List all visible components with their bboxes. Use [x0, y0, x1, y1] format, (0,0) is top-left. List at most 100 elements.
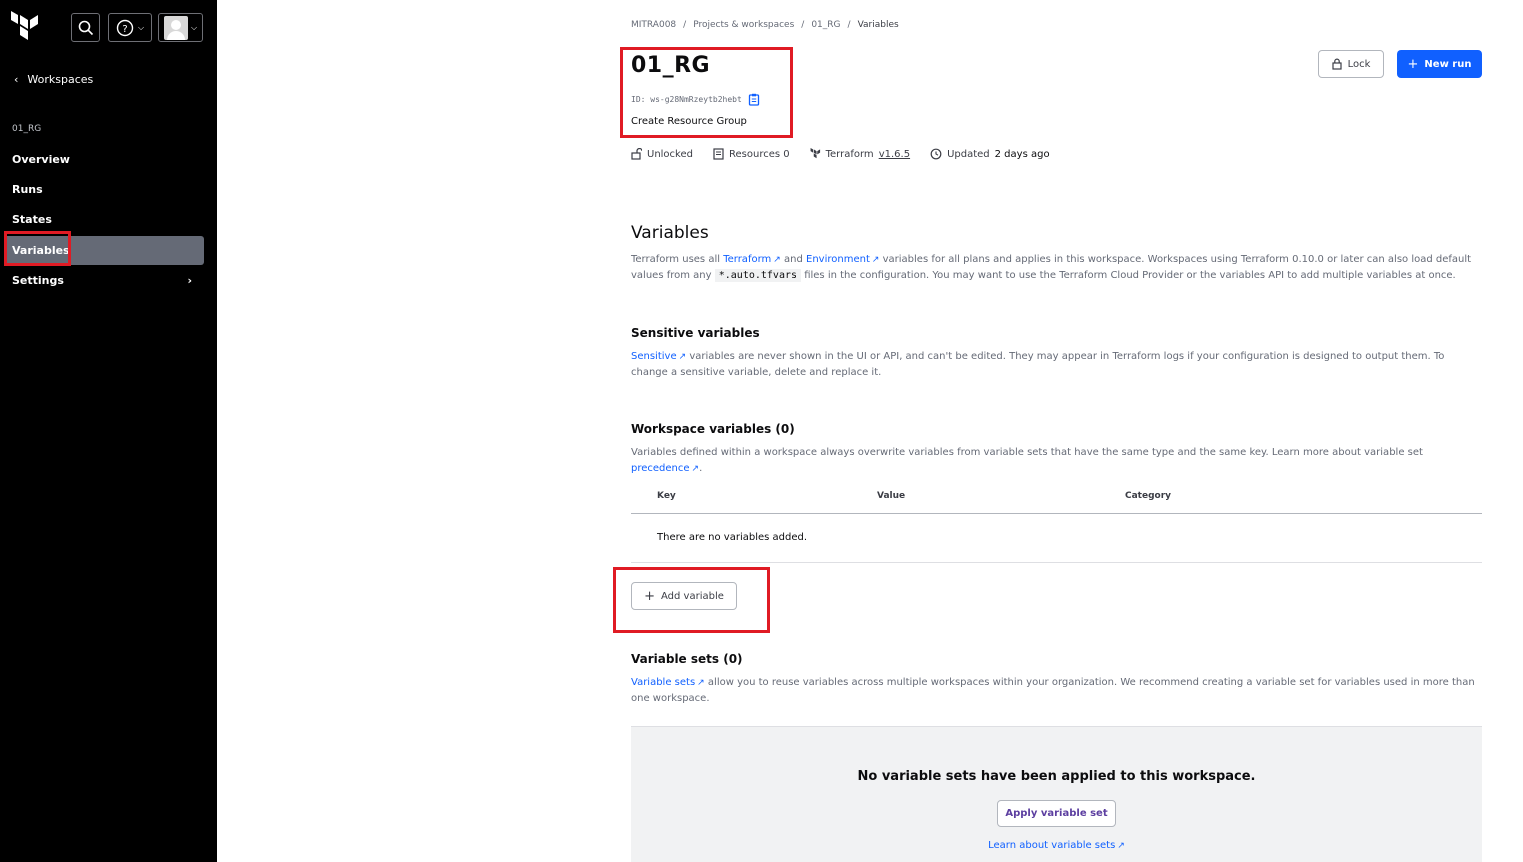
copy-icon[interactable] [748, 93, 760, 106]
workspace-variables-heading: Workspace variables (0) [631, 422, 795, 436]
terraform-icon [810, 148, 820, 159]
sidebar-item-label: Overview [12, 153, 70, 166]
user-menu-button[interactable]: ⌵ [158, 13, 203, 42]
updated-label: Updated [947, 148, 990, 160]
environment-docs-link[interactable]: Environment ↗ [806, 254, 879, 265]
search-button[interactable] [71, 13, 100, 42]
terraform-version-link[interactable]: v1.6.5 [879, 149, 910, 160]
new-run-label: New run [1424, 58, 1472, 70]
lock-status: Unlocked [631, 148, 693, 160]
empty-state-title: No variable sets have been applied to th… [857, 769, 1256, 784]
breadcrumb-current: Variables [857, 20, 899, 30]
terraform-version: Terraform v1.6.5 [810, 148, 910, 160]
lock-icon [1331, 58, 1342, 70]
learn-variable-sets-link[interactable]: Learn about variable sets ↗ [631, 840, 1482, 851]
table-row: There are no variables added. [631, 514, 1482, 563]
help-icon: ? [116, 19, 134, 36]
page-title: 01_RG [631, 53, 711, 78]
external-link-icon: ↗ [871, 255, 880, 265]
sensitive-text: Sensitive ↗ variables are never shown in … [631, 349, 1482, 381]
variable-sets-docs-link[interactable]: Variable sets ↗ [631, 677, 705, 688]
intro-text: files in the configuration. You may want… [804, 270, 1456, 281]
sidebar-item-settings[interactable]: Settings › [4, 266, 204, 295]
add-variable-label: Add variable [661, 590, 724, 602]
updated-time: Updated 2 days ago [930, 148, 1050, 160]
breadcrumb-separator: / [683, 20, 687, 30]
workspace-meta: Unlocked Resources 0 Terraform v1.6.5 Up… [631, 148, 1050, 160]
terraform-docs-link[interactable]: Terraform ↗ [723, 254, 781, 265]
intro-text: and [784, 254, 803, 265]
lock-button-label: Lock [1347, 58, 1371, 70]
unlock-icon [631, 148, 642, 160]
svg-text:?: ? [122, 24, 127, 35]
sensitive-heading: Sensitive variables [631, 326, 760, 340]
workspace-id: ID: ws-g28NmRzeytb2hebt [631, 93, 760, 106]
chevron-down-icon: ⌵ [137, 22, 145, 32]
variable-sets-empty-state: No variable sets have been applied to th… [631, 726, 1482, 862]
external-link-icon: ↗ [697, 678, 705, 688]
new-run-button[interactable]: + New run [1397, 50, 1482, 78]
plus-icon: + [644, 588, 655, 604]
column-category: Category [1125, 491, 1172, 501]
sidebar-item-states[interactable]: States [4, 205, 204, 234]
plus-icon: + [1407, 56, 1419, 72]
history-icon [930, 148, 942, 160]
variable-sets-text: Variable sets ↗ allow you to reuse variab… [631, 675, 1482, 707]
apply-variable-set-button[interactable]: Apply variable set [997, 800, 1116, 827]
sensitive-docs-link[interactable]: Sensitive ↗ [631, 351, 686, 362]
sidebar-item-runs[interactable]: Runs [4, 175, 204, 204]
code-snippet: *.auto.tfvars [714, 269, 802, 282]
empty-table-message: There are no variables added. [657, 532, 808, 543]
resources-count: Resources 0 [713, 148, 790, 160]
precedence-docs-link[interactable]: precedence ↗ [631, 463, 699, 474]
terraform-label: Terraform [825, 148, 874, 160]
column-key: Key [657, 491, 676, 501]
workspace-variables-text: Variables defined within a workspace alw… [631, 447, 1423, 474]
avatar [163, 15, 188, 40]
resources-text: Resources 0 [729, 148, 790, 160]
lock-state-text: Unlocked [647, 148, 693, 160]
sidebar-item-label: Variables [12, 244, 70, 257]
external-link-icon: ↗ [1117, 841, 1125, 851]
variables-intro: Terraform uses all Terraform ↗ and Enviro… [631, 252, 1482, 284]
breadcrumb-projects[interactable]: Projects & workspaces [693, 20, 794, 30]
back-to-workspaces-link[interactable]: ‹ Workspaces [14, 73, 93, 86]
external-link-icon: ↗ [678, 352, 687, 362]
terraform-logo-icon[interactable] [10, 11, 40, 45]
resources-icon [713, 148, 724, 160]
breadcrumb: MITRA008 / Projects & workspaces / 01_RG… [631, 20, 899, 30]
add-variable-button[interactable]: + Add variable [631, 582, 737, 610]
sensitive-body: variables are never shown in the UI or A… [631, 351, 1445, 378]
breadcrumb-org[interactable]: MITRA008 [631, 20, 676, 30]
lock-button[interactable]: Lock [1318, 50, 1384, 78]
workspace-description: Create Resource Group [631, 116, 747, 127]
chevron-right-icon: › [187, 274, 192, 287]
breadcrumb-separator: / [801, 20, 805, 30]
variables-table-header: Key Value Category [631, 483, 1482, 514]
updated-value: 2 days ago [994, 148, 1050, 160]
intro-text: Terraform uses all [631, 254, 721, 265]
variable-sets-body: allow you to reuse variables across mult… [631, 677, 1475, 704]
sidebar: ? ⌵ ⌵ ‹ Workspaces 01_RG Overview Runs S… [0, 0, 217, 862]
sidebar-item-variables[interactable]: Variables [4, 236, 204, 265]
sidebar-item-label: Settings [12, 274, 64, 287]
back-link-label: Workspaces [27, 73, 94, 86]
workspace-id-text: ID: ws-g28NmRzeytb2hebt [631, 95, 742, 104]
external-link-icon: ↗ [773, 255, 781, 265]
breadcrumb-separator: / [847, 20, 851, 30]
sidebar-item-overview[interactable]: Overview [4, 145, 204, 174]
column-value: Value [877, 491, 906, 501]
variables-heading: Variables [631, 223, 709, 243]
workspace-variables-body: Variables defined within a workspace alw… [631, 447, 1423, 458]
variable-sets-heading: Variable sets (0) [631, 652, 743, 666]
breadcrumb-workspace[interactable]: 01_RG [811, 20, 840, 30]
sidebar-item-label: States [12, 213, 52, 226]
learn-link-label: Learn about variable sets [988, 840, 1116, 851]
chevron-left-icon: ‹ [14, 73, 19, 86]
chevron-down-icon: ⌵ [190, 22, 198, 32]
sidebar-item-label: Runs [12, 183, 43, 196]
apply-variable-set-label: Apply variable set [1005, 808, 1108, 819]
search-icon [78, 20, 93, 35]
help-menu-button[interactable]: ? ⌵ [108, 13, 152, 42]
external-link-icon: ↗ [691, 464, 700, 474]
